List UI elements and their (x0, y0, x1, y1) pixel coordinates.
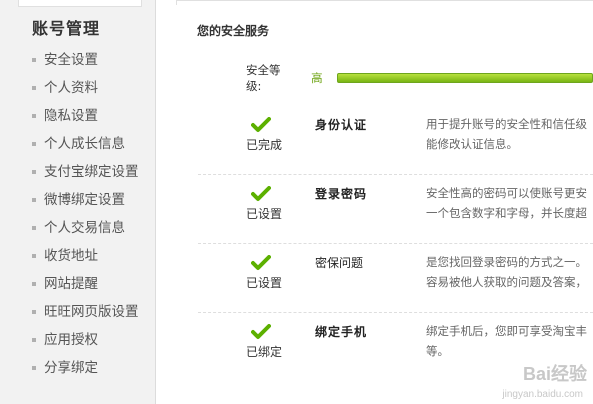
watermark-logo: Bai经验 (522, 364, 587, 384)
item-description: 用于提升账号的安全性和信任级 (426, 117, 587, 131)
check-icon (251, 255, 271, 270)
security-level-bar (336, 73, 593, 83)
sidebar-item-label: 旺旺网页版设置 (44, 304, 139, 320)
sidebar-item-share-binding[interactable]: 分享绑定 (32, 354, 139, 382)
item-description: 安全性高的密码可以使账号更安 (426, 186, 587, 200)
bullet-icon (32, 226, 36, 230)
security-item-login-password: 已设置 登录密码 安全性高的密码可以使账号更安 一个包含数字和字母，并长度超 (198, 175, 593, 244)
sidebar-item-trade-info[interactable]: 个人交易信息 (32, 214, 139, 242)
item-name: 身份认证 (315, 118, 368, 132)
item-description: 能修改认证信息。 (426, 137, 518, 151)
sidebar-item-profile[interactable]: 个人资料 (32, 74, 139, 102)
check-icon (251, 117, 271, 132)
security-item-security-question: 已设置 密保问题 是您找回登录密码的方式之一。 容易被他人获取的问题及答案， (198, 244, 593, 313)
sidebar-item-security-settings[interactable]: 安全设置 (32, 46, 139, 74)
item-name: 登录密码 (315, 187, 368, 201)
sidebar-item-label: 微博绑定设置 (44, 192, 125, 208)
item-description: 是您找回登录密码的方式之一。 (426, 255, 587, 269)
sidebar-item-label: 收货地址 (44, 248, 98, 264)
bullet-icon (32, 142, 36, 146)
bullet-icon (32, 170, 36, 174)
sidebar-item-site-reminders[interactable]: 网站提醒 (32, 270, 139, 298)
sidebar: 账号管理 安全设置 个人资料 隐私设置 个人成长信息 支付宝绑定设置 微博绑定设… (0, 0, 156, 404)
item-description: 等。 (426, 344, 449, 358)
sidebar-item-label: 安全设置 (44, 52, 98, 68)
sidebar-item-label: 个人资料 (44, 80, 98, 96)
sidebar-item-weibo-binding[interactable]: 微博绑定设置 (32, 186, 139, 214)
bullet-icon (32, 282, 36, 286)
sidebar-item-privacy[interactable]: 隐私设置 (32, 102, 139, 130)
sidebar-item-label: 分享绑定 (44, 360, 98, 376)
sidebar-item-wangwang-web[interactable]: 旺旺网页版设置 (32, 298, 139, 326)
bullet-icon (32, 58, 36, 62)
sidebar-item-alipay-binding[interactable]: 支付宝绑定设置 (32, 158, 139, 186)
status-badge: 已设置 (246, 276, 283, 290)
section-title: 您的安全服务 (197, 24, 270, 38)
item-description: 容易被他人获取的问题及答案， (426, 275, 587, 289)
sidebar-list: 安全设置 个人资料 隐私设置 个人成长信息 支付宝绑定设置 微博绑定设置 个人交… (32, 46, 139, 382)
sidebar-item-shipping-address[interactable]: 收货地址 (32, 242, 139, 270)
sidebar-item-app-authorization[interactable]: 应用授权 (32, 326, 139, 354)
bullet-icon (32, 198, 36, 202)
item-description: 绑定手机后，您即可享受淘宝丰 (426, 324, 587, 338)
sidebar-item-label: 应用授权 (44, 332, 98, 348)
sidebar-item-label: 网站提醒 (44, 276, 98, 292)
bullet-icon (32, 310, 36, 314)
status-badge: 已完成 (246, 138, 283, 152)
status-badge: 已绑定 (246, 345, 283, 359)
security-level: 安全等级: 高 (246, 63, 593, 93)
sidebar-item-label: 隐私设置 (44, 108, 98, 124)
security-level-label: 安全等级: (246, 63, 281, 93)
security-level-value: 高 (311, 71, 323, 85)
sidebar-top-box (18, 0, 142, 7)
item-description: 一个包含数字和字母，并长度超 (426, 206, 587, 220)
sidebar-title: 账号管理 (32, 19, 101, 38)
sidebar-item-label: 支付宝绑定设置 (44, 164, 139, 180)
item-name: 绑定手机 (315, 325, 368, 339)
bullet-icon (32, 114, 36, 118)
check-icon (251, 324, 271, 339)
bullet-icon (32, 338, 36, 342)
watermark-url: jingyan.baidu.com (502, 389, 583, 400)
sidebar-item-label: 个人成长信息 (44, 136, 125, 152)
bullet-icon (32, 366, 36, 370)
panel-border (176, 0, 593, 5)
item-name: 密保问题 (315, 256, 364, 270)
main-panel: 您的安全服务 安全等级: 高 已完成 身份认证 用于提升账号的安全性和信任级 能… (176, 0, 593, 404)
bullet-icon (32, 86, 36, 90)
check-icon (251, 186, 271, 201)
sidebar-item-label: 个人交易信息 (44, 220, 125, 236)
sidebar-item-growth-info[interactable]: 个人成长信息 (32, 130, 139, 158)
status-badge: 已设置 (246, 207, 283, 221)
bullet-icon (32, 254, 36, 258)
security-item-identity: 已完成 身份认证 用于提升账号的安全性和信任级 能修改认证信息。 (198, 106, 593, 175)
